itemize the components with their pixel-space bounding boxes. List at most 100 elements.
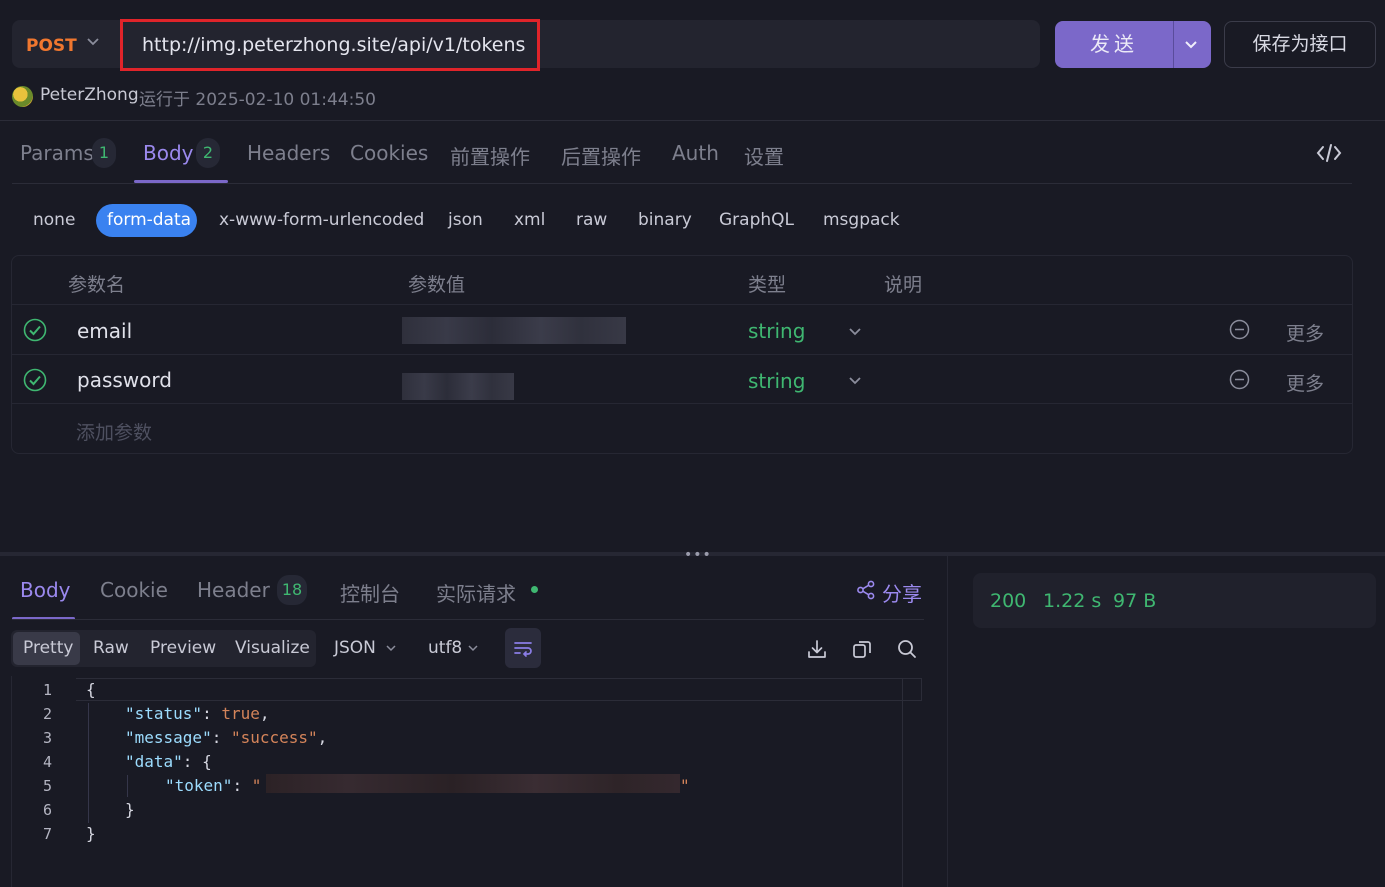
row-divider <box>12 304 1352 305</box>
method-selector[interactable]: POST <box>26 36 77 56</box>
status-code: 200 <box>990 590 1027 612</box>
column-header-type: 类型 <box>748 274 787 296</box>
body-type-raw[interactable]: raw <box>576 210 607 230</box>
param-name-email[interactable]: email <box>77 319 132 343</box>
view-mode-visualize[interactable]: Visualize <box>235 638 310 658</box>
search-icon[interactable] <box>896 638 918 660</box>
line-number: 7 <box>42 825 52 843</box>
editor-scrollbar[interactable] <box>902 678 903 887</box>
more-button[interactable]: 更多 <box>1286 369 1324 396</box>
code-brace: { <box>86 680 96 699</box>
tab-body[interactable]: Body <box>143 141 194 165</box>
line-number: 1 <box>42 681 52 699</box>
code-brace: } <box>125 800 135 819</box>
code-line-7: } <box>86 824 96 843</box>
remove-param-icon[interactable] <box>1229 319 1250 340</box>
column-header-value: 参数值 <box>408 274 466 296</box>
send-button-divider <box>1173 21 1174 68</box>
chevron-down-icon[interactable] <box>466 641 480 655</box>
code-line-4: "data": { <box>125 752 212 771</box>
response-tab-body[interactable]: Body <box>20 578 71 602</box>
params-count-badge: 1 <box>92 138 116 168</box>
avatar <box>12 86 33 107</box>
enabled-check-icon[interactable] <box>23 368 47 392</box>
current-line-highlight <box>76 678 922 701</box>
enabled-check-icon[interactable] <box>23 318 47 342</box>
tab-post-operations[interactable]: 后置操作 <box>561 141 641 170</box>
body-type-none[interactable]: none <box>33 210 75 230</box>
tab-headers[interactable]: Headers <box>247 141 330 165</box>
body-type-msgpack[interactable]: msgpack <box>823 210 900 230</box>
encoding-dropdown[interactable]: utf8 <box>428 638 462 658</box>
json-key: "message" <box>125 728 212 747</box>
line-number: 2 <box>42 705 52 723</box>
send-options-chevron-icon[interactable] <box>1182 35 1200 53</box>
param-type[interactable]: string <box>748 319 805 343</box>
status-dot <box>531 586 538 593</box>
row-divider <box>12 354 1352 355</box>
tab-settings[interactable]: 设置 <box>744 141 784 170</box>
view-mode-pretty[interactable]: Pretty <box>23 638 73 658</box>
chevron-down-icon[interactable] <box>846 322 864 340</box>
response-time: 1.22 s <box>1043 590 1102 612</box>
drag-handle-icon[interactable]: ••• <box>684 547 712 563</box>
response-stats-panel <box>973 573 1376 628</box>
code-line-5: "token": " <box>165 776 262 795</box>
save-as-api-button[interactable]: 保存为接口 <box>1224 21 1376 68</box>
tab-params[interactable]: Params <box>20 141 94 165</box>
response-tab-cookie[interactable]: Cookie <box>100 578 168 602</box>
more-button[interactable]: 更多 <box>1286 319 1324 346</box>
share-button[interactable]: 分享 <box>882 578 922 607</box>
param-value-redacted[interactable] <box>402 317 626 344</box>
json-value: "success" <box>230 728 318 747</box>
body-type-json[interactable]: json <box>448 210 483 230</box>
column-header-name: 参数名 <box>68 274 126 296</box>
indent-guide <box>88 703 89 823</box>
divider <box>0 120 1385 121</box>
body-type-binary[interactable]: binary <box>638 210 692 230</box>
response-tab-header[interactable]: Header <box>197 578 270 602</box>
code-line-2: "status": true, <box>125 704 270 723</box>
response-tab-actual-request[interactable]: 实际请求 <box>436 578 516 607</box>
word-wrap-icon[interactable] <box>512 637 534 659</box>
code-brace: { <box>202 752 212 771</box>
share-icon[interactable] <box>856 580 876 600</box>
line-number: 6 <box>42 801 52 819</box>
token-close-quote: " <box>680 776 690 795</box>
code-brace: } <box>86 824 96 843</box>
header-count-badge: 18 <box>277 575 307 605</box>
divider <box>12 619 924 620</box>
url-input[interactable] <box>120 19 540 71</box>
response-size: 97 B <box>1113 590 1157 612</box>
line-number: 5 <box>42 777 52 795</box>
view-mode-preview[interactable]: Preview <box>150 638 216 658</box>
body-type-urlencoded[interactable]: x-www-form-urlencoded <box>219 210 424 230</box>
code-line-3: "message": "success", <box>125 728 328 747</box>
chevron-down-icon[interactable] <box>846 371 864 389</box>
download-icon[interactable] <box>806 638 828 660</box>
token-value-redacted <box>266 774 680 793</box>
copy-icon[interactable] <box>851 638 873 660</box>
chevron-down-icon[interactable] <box>84 32 102 50</box>
remove-param-icon[interactable] <box>1229 369 1250 390</box>
add-param-input[interactable]: 添加参数 <box>76 418 152 445</box>
body-type-form-data[interactable]: form-data <box>107 210 191 230</box>
line-number: 3 <box>42 729 52 747</box>
vertical-divider[interactable] <box>947 556 948 887</box>
tab-auth[interactable]: Auth <box>672 141 719 165</box>
response-tab-console[interactable]: 控制台 <box>340 578 400 607</box>
param-value-redacted[interactable] <box>402 373 514 400</box>
body-type-xml[interactable]: xml <box>514 210 545 230</box>
user-name: PeterZhong <box>40 85 139 105</box>
format-dropdown[interactable]: JSON <box>334 638 376 658</box>
tab-pre-operations[interactable]: 前置操作 <box>450 141 530 170</box>
param-type[interactable]: string <box>748 369 805 393</box>
send-button-label[interactable]: 发送 <box>1055 21 1173 68</box>
param-name-password[interactable]: password <box>77 368 172 392</box>
json-key: "status" <box>125 704 203 723</box>
code-icon[interactable] <box>1316 142 1342 164</box>
view-mode-raw[interactable]: Raw <box>93 638 129 658</box>
tab-cookies[interactable]: Cookies <box>350 141 428 165</box>
body-type-graphql[interactable]: GraphQL <box>719 210 794 230</box>
chevron-down-icon[interactable] <box>384 641 398 655</box>
